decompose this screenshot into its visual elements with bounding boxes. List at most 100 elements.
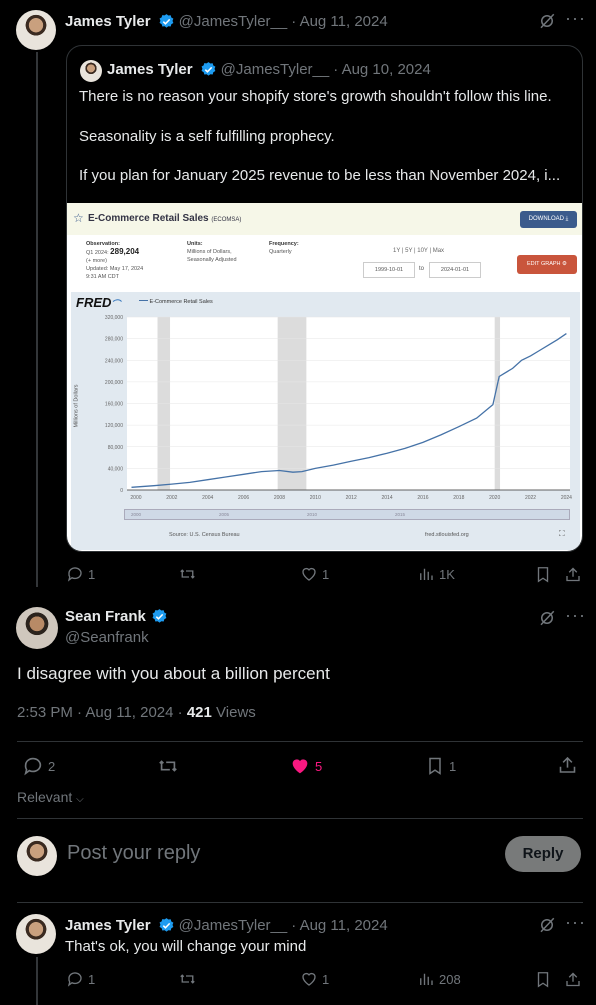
reply-button[interactable]: Reply <box>505 836 581 872</box>
more-icon[interactable]: ··· <box>565 605 586 626</box>
divider <box>17 818 583 819</box>
quote-avatar <box>80 60 102 82</box>
views-action[interactable]: 208 <box>417 970 461 988</box>
quote-date: · Aug 10, 2024 <box>333 61 431 78</box>
verified-badge-icon <box>159 13 173 28</box>
repost-action[interactable] <box>178 565 197 583</box>
post-meta: 2:53 PM · Aug 11, 2024 · 421 Views <box>17 704 256 721</box>
post-date[interactable]: · Aug 11, 2024 <box>291 13 387 30</box>
grok-icon[interactable] <box>538 12 556 30</box>
post-header: James Tyler @JamesTyler__ · Aug 11, 2024 <box>65 915 388 935</box>
y-tick-label: 280,000 <box>105 337 123 343</box>
post-text: I disagree with you about a billion perc… <box>17 664 330 683</box>
like-count: 1 <box>322 971 330 987</box>
repost-action[interactable] <box>178 970 197 988</box>
x-tick-label: 2002 <box>166 495 177 501</box>
views-action[interactable]: 1K <box>417 565 455 583</box>
quote-text-1: There is no reason your shopify store's … <box>79 88 552 105</box>
repost-icon <box>159 760 177 772</box>
avatar[interactable] <box>17 836 57 876</box>
heart-icon <box>302 567 316 581</box>
more-icon[interactable]: ··· <box>565 8 586 29</box>
reply-action[interactable]: 2 <box>22 755 55 777</box>
fullscreen-icon[interactable]: ⛶ <box>559 529 565 539</box>
reply-icon <box>24 757 42 776</box>
avatar[interactable] <box>16 10 56 50</box>
x-tick-label: 2016 <box>417 495 428 501</box>
y-tick-label: 0 <box>120 488 123 494</box>
author-name[interactable]: Sean Frank <box>65 608 146 625</box>
views-icon <box>420 973 433 985</box>
avatar[interactable] <box>16 914 56 954</box>
post-date[interactable]: · Aug 11, 2024 <box>291 917 387 934</box>
x-tick-label: 2000 <box>130 495 141 501</box>
author-handle[interactable]: @JamesTyler__ <box>179 917 288 934</box>
x-tick-label: 2020 <box>489 495 500 501</box>
x-tick-label: 2022 <box>525 495 536 501</box>
mini-year: 2000 <box>131 512 142 517</box>
reply-count: 1 <box>88 971 96 987</box>
x-tick-label: 2024 <box>561 495 572 501</box>
share-icon[interactable] <box>564 970 582 989</box>
site-label: fred.stlouisfed.org <box>425 532 469 538</box>
bookmark-icon[interactable] <box>534 970 552 989</box>
reply-count: 2 <box>48 758 56 774</box>
chevron-down-icon: ⌵ <box>76 794 84 805</box>
y-tick-label: 320,000 <box>105 315 123 321</box>
reply-icon <box>67 972 82 987</box>
bookmark-icon[interactable] <box>534 565 552 584</box>
post-header: James Tyler @JamesTyler__ · Aug 11, 2024 <box>65 11 388 31</box>
post-text: That's ok, you will change your mind <box>65 938 307 955</box>
like-action[interactable]: 1 <box>300 565 329 583</box>
verified-badge-icon <box>152 609 167 623</box>
like-count: 1 <box>322 566 330 582</box>
like-action[interactable]: 1 <box>300 970 329 988</box>
views-icon <box>420 568 433 580</box>
author-row: Sean Frank <box>65 608 168 625</box>
line-chart: 320,000 280,000 240,000 200,000 160,000 120,0… <box>105 315 572 520</box>
repost-action[interactable] <box>157 755 179 777</box>
x-tick-label: 2018 <box>453 495 464 501</box>
like-count: 5 <box>315 758 323 774</box>
verified-badge-icon <box>159 917 173 932</box>
y-tick-label: 40,000 <box>108 466 124 472</box>
reply-input[interactable]: Post your reply <box>67 842 487 865</box>
author-handle[interactable]: @Seanfrank <box>65 629 149 646</box>
author-name[interactable]: James Tyler <box>65 917 151 934</box>
like-action[interactable]: 5 <box>289 755 322 777</box>
views-count: 421 <box>186 704 212 721</box>
x-tick-label: 2008 <box>274 495 285 501</box>
heart-filled-icon <box>292 759 308 774</box>
share-icon[interactable] <box>557 754 578 776</box>
quote-card[interactable]: James Tyler @JamesTyler__ · Aug 10, 2024… <box>66 45 583 552</box>
x-tick-label: 2014 <box>381 495 392 501</box>
mini-year: 2005 <box>219 512 230 517</box>
source-label: Source: U.S. Census Bureau <box>169 532 240 538</box>
more-icon[interactable]: ··· <box>565 912 586 933</box>
bookmark-icon <box>429 757 441 775</box>
grok-icon[interactable] <box>538 609 556 627</box>
quote-header: James Tyler @JamesTyler__ · Aug 10, 2024 <box>107 61 431 78</box>
x-tick-label: 2004 <box>202 495 213 501</box>
reply-action[interactable]: 1 <box>66 565 95 583</box>
y-tick-label: 240,000 <box>105 358 123 364</box>
author-handle[interactable]: @JamesTyler__ <box>179 13 288 30</box>
author-name[interactable]: James Tyler <box>65 13 151 30</box>
sort-label: Relevant <box>17 789 73 805</box>
reply-count: 1 <box>88 566 96 582</box>
grok-icon[interactable] <box>538 916 556 934</box>
avatar[interactable] <box>16 607 58 649</box>
reply-action[interactable]: 1 <box>66 970 95 988</box>
quote-text-3: If you plan for January 2025 revenue to … <box>79 167 561 184</box>
mini-year: 2010 <box>307 512 318 517</box>
views-count: 208 <box>439 971 461 987</box>
reply-icon <box>67 567 82 582</box>
verified-badge-icon <box>201 62 215 76</box>
x-tick-label: 2006 <box>238 495 249 501</box>
post-timestamp[interactable]: 2:53 PM · Aug 11, 2024 · <box>17 704 183 721</box>
bookmark-action[interactable]: 1 <box>425 755 456 777</box>
repost-icon <box>180 569 195 579</box>
sort-dropdown[interactable]: Relevant ⌵ <box>17 789 84 805</box>
share-icon[interactable] <box>564 565 582 584</box>
fred-chart-image[interactable]: ☆ E-Commerce Retail Sales (ECOMSA) DOWNL… <box>67 203 582 551</box>
